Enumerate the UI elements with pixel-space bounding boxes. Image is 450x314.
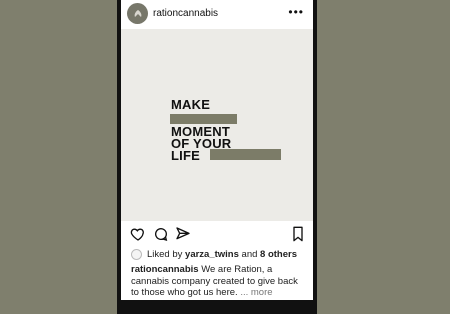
caption-more-link[interactable]: ... more bbox=[240, 287, 272, 298]
instagram-post-screen: rationcannabis ••• MAKE MOMENT OF YOUR L… bbox=[121, 0, 313, 300]
caption-username[interactable]: rationcannabis bbox=[131, 264, 199, 275]
post-text-line-1: MAKE bbox=[171, 97, 211, 112]
logo-icon bbox=[134, 9, 141, 17]
liker-avatar bbox=[131, 249, 142, 260]
post-text-line-4: LIFE bbox=[171, 148, 200, 163]
post-image[interactable]: MAKE MOMENT OF YOUR LIFE bbox=[121, 29, 313, 221]
comment-icon[interactable] bbox=[153, 226, 169, 242]
post-bar-1 bbox=[170, 114, 237, 124]
more-options-icon[interactable]: ••• bbox=[288, 5, 304, 19]
post-bar-2 bbox=[210, 149, 281, 160]
likes-others[interactable]: 8 others bbox=[260, 249, 297, 260]
avatar[interactable] bbox=[127, 3, 148, 24]
likes-prefix: Liked by bbox=[147, 249, 183, 260]
heart-icon[interactable] bbox=[130, 226, 146, 242]
bookmark-icon[interactable] bbox=[291, 226, 305, 242]
likes-user[interactable]: yarza_twins bbox=[185, 249, 239, 260]
post-username[interactable]: rationcannabis bbox=[153, 8, 218, 19]
post-caption: rationcannabis We are Ration, a cannabis… bbox=[131, 264, 307, 299]
post-actions bbox=[121, 226, 313, 242]
send-icon[interactable] bbox=[175, 226, 191, 242]
likes-row[interactable]: Liked by yarza_twins and 8 others bbox=[131, 249, 297, 260]
post-header: rationcannabis ••• bbox=[121, 0, 313, 30]
likes-connector: and bbox=[241, 249, 258, 260]
